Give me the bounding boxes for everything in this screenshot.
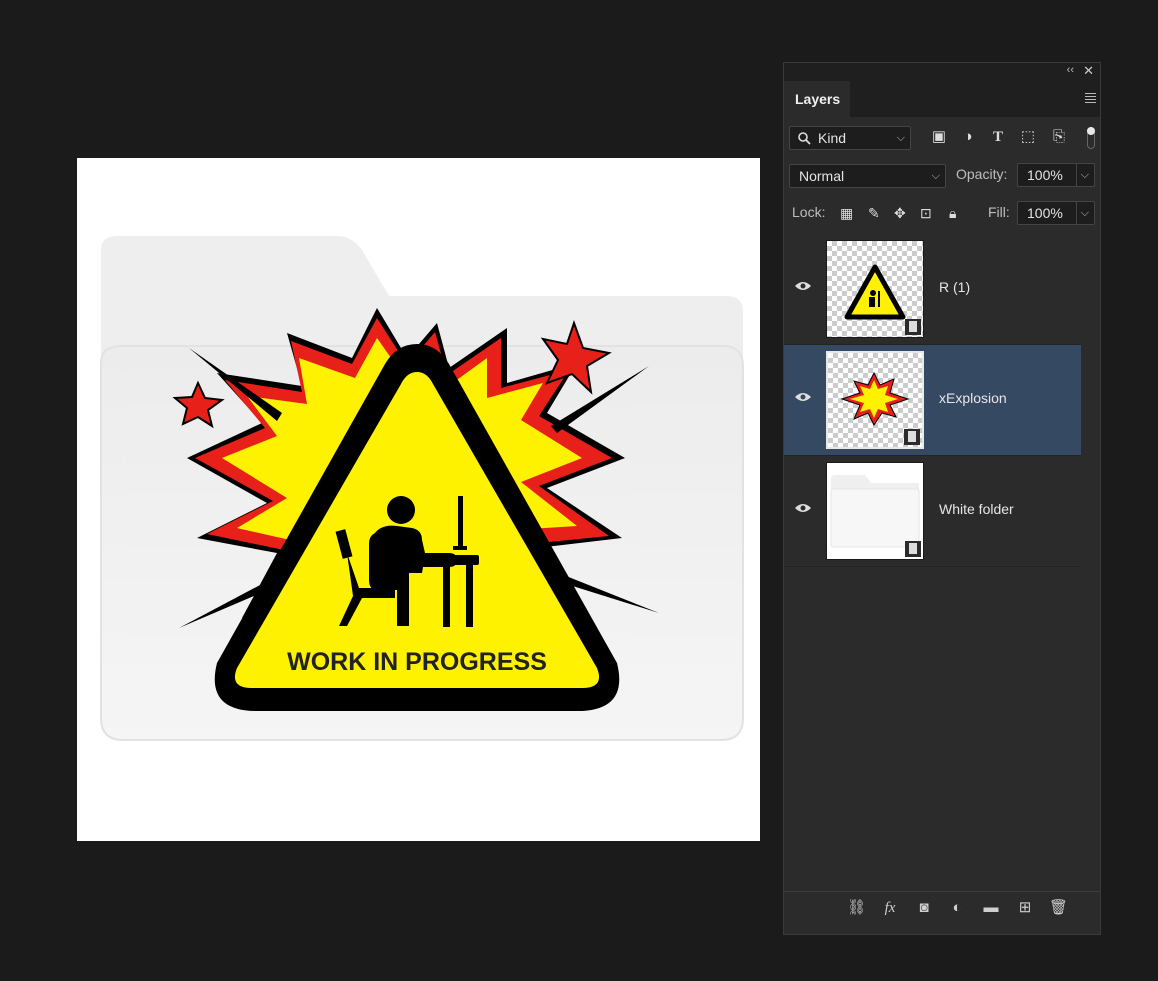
fill-label: Fill:	[988, 204, 1010, 220]
link-layers-icon[interactable]: ⛓	[847, 899, 866, 917]
chevron-down-icon: ⌵	[1075, 164, 1089, 186]
panel-menu-icon[interactable]	[1085, 91, 1096, 105]
layer-name[interactable]: White folder	[939, 501, 1014, 517]
document-canvas[interactable]: WORK IN PROGRESS	[77, 158, 760, 841]
add-mask-icon[interactable]: ◙	[915, 899, 933, 917]
visibility-eye-icon[interactable]	[794, 280, 812, 292]
filter-toggle[interactable]	[1087, 127, 1095, 149]
blend-mode-value: Normal	[799, 168, 845, 184]
layer-row-white-folder[interactable]: White folder	[784, 456, 1081, 567]
close-icon[interactable]: ✕	[1083, 63, 1094, 79]
layers-panel: ‹‹ ✕ Layers Kind ⌵ ▣ ◑ T ⬚ ⎘ Normal ⌵ Op…	[783, 62, 1101, 935]
smart-object-badge-icon	[904, 429, 920, 445]
lock-artboard-icon[interactable]: ⊡	[920, 205, 932, 222]
collapse-icon[interactable]: ‹‹	[1067, 64, 1074, 76]
layers-scrollbar[interactable]	[1081, 234, 1100, 894]
delete-layer-trash-icon[interactable]: 🗑︎	[1049, 899, 1068, 917]
sign-text: WORK IN PROGRESS	[287, 648, 547, 676]
layer-row-r1[interactable]: R (1)	[784, 234, 1081, 345]
lock-label: Lock:	[792, 204, 826, 220]
layer-style-fx-icon[interactable]: fx	[881, 899, 899, 917]
chevron-down-icon: ⌵	[931, 170, 940, 182]
shape-layer-filter-icon[interactable]: ⬚	[1019, 128, 1037, 146]
search-icon	[798, 132, 811, 145]
opacity-input[interactable]: 100% ⌵	[1017, 163, 1095, 187]
tab-layers[interactable]: Layers	[784, 81, 850, 117]
smart-object-badge-icon	[905, 541, 921, 557]
chevron-down-icon: ⌵	[1075, 202, 1089, 224]
opacity-value: 100%	[1027, 167, 1063, 183]
new-layer-icon[interactable]: ⊞	[1016, 899, 1034, 917]
fill-value: 100%	[1027, 205, 1063, 221]
visibility-eye-icon[interactable]	[794, 391, 812, 403]
panel-tabbar: Layers	[784, 81, 1100, 117]
smart-object-badge-icon	[905, 319, 921, 335]
visibility-eye-icon[interactable]	[794, 502, 812, 514]
lock-all-icon[interactable]: 🔒︎	[949, 205, 956, 222]
panel-titlebar: ‹‹ ✕	[784, 63, 1100, 81]
adjustment-layer-filter-icon[interactable]: ◑	[959, 128, 977, 146]
fill-input[interactable]: 100% ⌵	[1017, 201, 1095, 225]
lock-position-icon[interactable]: ✥	[894, 205, 906, 222]
smart-object-filter-icon[interactable]: ⎘	[1050, 128, 1068, 146]
layer-thumbnail	[826, 351, 924, 449]
layer-thumbnail	[826, 462, 924, 560]
pixel-layer-filter-icon[interactable]: ▣	[930, 128, 948, 146]
filter-kind-value: Kind	[818, 130, 847, 146]
blend-mode-select[interactable]: Normal ⌵	[789, 164, 946, 188]
lock-image-pixels-icon[interactable]: ✎	[868, 205, 880, 222]
type-layer-filter-icon[interactable]: T	[989, 128, 1007, 146]
layer-row-xexplosion[interactable]: xExplosion	[784, 345, 1081, 456]
layers-bottom-toolbar: ⛓ fx ◙ ◐ ▬ ⊞ 🗑︎	[784, 891, 1100, 924]
filter-kind-select[interactable]: Kind ⌵	[789, 126, 911, 150]
new-group-folder-icon[interactable]: ▬	[982, 899, 1000, 917]
layer-name[interactable]: xExplosion	[939, 390, 1007, 406]
layer-thumbnail	[826, 240, 924, 338]
canvas-artwork: WORK IN PROGRESS	[100, 236, 744, 741]
lock-transparent-icon[interactable]: ▦	[840, 205, 853, 222]
layer-name[interactable]: R (1)	[939, 279, 970, 295]
opacity-label: Opacity:	[956, 166, 1008, 182]
adjustment-layer-icon[interactable]: ◐	[948, 899, 966, 917]
chevron-down-icon: ⌵	[896, 132, 905, 144]
